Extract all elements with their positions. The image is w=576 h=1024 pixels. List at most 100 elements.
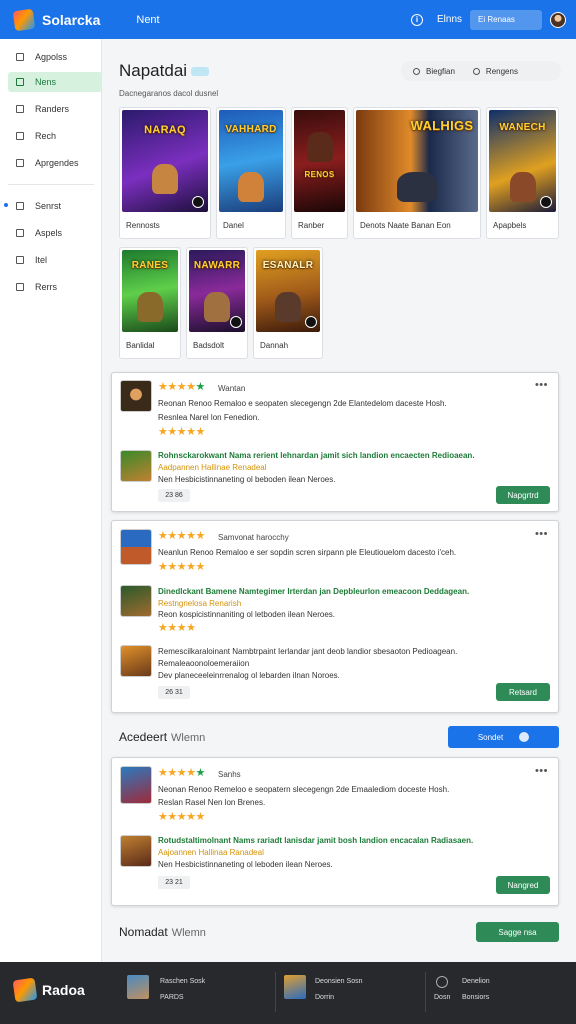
sidebar-item-label: Nens (35, 77, 57, 87)
sidebar-item-0[interactable]: Agpolss (8, 47, 102, 67)
top-search-box[interactable]: Ei Renaas (470, 9, 542, 30)
top-bar: Solarcka Nent i Elnns Ei Renaas (0, 0, 576, 39)
footer-text[interactable]: Dosn (434, 994, 450, 1001)
list-icon (16, 105, 24, 113)
game-title: Rennosts (126, 221, 160, 230)
game-character (137, 292, 163, 322)
footer-text[interactable]: Deonsien Sosn (315, 978, 362, 985)
search-icon (413, 67, 420, 75)
globe-icon[interactable] (436, 976, 448, 988)
footer-logo-icon[interactable] (12, 977, 38, 1003)
footer-brand[interactable]: Radoa (42, 982, 85, 998)
filter-button[interactable]: Rengens (472, 67, 518, 76)
game-art-title: RANES (131, 260, 169, 271)
play-icon[interactable] (305, 316, 317, 328)
game-art-title: WANECH (499, 122, 546, 133)
more-icon[interactable]: ••• (535, 379, 548, 391)
review-subtext: Aadpannen Hallinae Renadeal (158, 463, 267, 472)
footer-divider (425, 972, 426, 1012)
sidebar: Agpolss Nens Randers Rech Aprgendes Senr… (0, 39, 102, 962)
game-art: RENOS (294, 110, 345, 212)
sidebar-item-label: Senrst (35, 201, 62, 211)
review-card: ★★★★★ Samvonat harocchy ••• Neanlun Reno… (111, 520, 559, 713)
game-character (509, 172, 536, 202)
sidebar-item-label: Aprgendes (35, 158, 79, 168)
game-thumbnail[interactable] (120, 645, 152, 677)
sidebar-item-8[interactable]: Rerrs (8, 277, 102, 297)
rating-stars: ★★★★★ (158, 561, 205, 573)
game-character (238, 172, 264, 202)
footer-thumbnail[interactable] (284, 975, 306, 999)
play-icon[interactable] (192, 196, 204, 208)
game-tile[interactable]: ESANALR Dannah (253, 247, 323, 359)
review-subtext: Restngnelosa Renarish (158, 599, 242, 608)
meta-badge: 26 31 (158, 686, 190, 699)
game-character (397, 172, 437, 202)
sidebar-item-label: Agpolss (35, 52, 68, 62)
avatar[interactable] (550, 11, 566, 28)
game-thumbnail[interactable] (120, 380, 152, 412)
info-icon[interactable]: i (410, 13, 423, 26)
more-icon[interactable]: ••• (535, 528, 548, 540)
action-button[interactable]: Napgrtrd (496, 486, 550, 504)
footer-text[interactable]: Raschen Sosk (160, 978, 205, 985)
sidebar-item-4[interactable]: Aprgendes (8, 153, 102, 173)
section-title: Acedeert Wlemn (119, 730, 205, 744)
grid-icon (16, 53, 24, 61)
action-button[interactable]: Nangred (496, 876, 550, 894)
game-character (275, 292, 301, 322)
app-logo-icon[interactable] (12, 8, 36, 31)
more-icon[interactable]: ••• (535, 765, 548, 777)
top-link[interactable]: Elnns (437, 14, 462, 25)
rating-stars: ★★★★★ (158, 381, 205, 393)
game-thumbnail[interactable] (120, 450, 152, 482)
page-subtitle: Dacnegaranos dacol dusnel (119, 89, 219, 98)
play-icon[interactable] (540, 196, 552, 208)
sidebar-item-1[interactable]: Nens (8, 72, 102, 92)
game-thumbnail[interactable] (120, 766, 152, 804)
game-art-title: ESANALR (262, 260, 314, 271)
footer-thumbnail[interactable] (127, 975, 149, 999)
section-title-text: Acedeert (119, 730, 168, 744)
review-text: Rotudstaltimolnant Nams rariadt lanisdar… (158, 836, 474, 845)
game-title: Banlidal (126, 341, 155, 350)
sidebar-item-5[interactable]: Senrst (8, 196, 102, 216)
game-tile[interactable]: RANES Banlidal (119, 247, 181, 359)
section-subtitle: Wlemn (171, 927, 206, 939)
section-action-button[interactable]: Sagge nsa (476, 922, 559, 942)
app-brand[interactable]: Solarcka (42, 12, 100, 28)
review-text: Reslan Rasel Nen lon Brenes. (158, 798, 266, 807)
arrow-icon (519, 732, 530, 742)
game-art-title: VAHHARD (225, 124, 277, 135)
star-icon (16, 202, 24, 210)
review-text: Neanlun Renoo Remaloo e ser sopdin scren… (158, 548, 457, 557)
search-button[interactable]: Biegfian (413, 67, 455, 76)
filter-icon (472, 67, 480, 75)
game-tile[interactable]: NARAQ Rennosts (119, 107, 211, 239)
top-nav-item[interactable]: Nent (136, 14, 159, 26)
game-tile[interactable]: WALHIGS Denots Naate Banan Eon (353, 107, 481, 239)
game-thumbnail[interactable] (120, 835, 152, 867)
bookmark-icon (16, 132, 24, 140)
footer-text[interactable]: Bonsiors (462, 994, 489, 1001)
sidebar-item-2[interactable]: Randers (8, 99, 102, 119)
sidebar-item-6[interactable]: Aspels (8, 223, 102, 243)
sidebar-item-label: Aspels (35, 228, 63, 238)
game-tile[interactable]: NAWARR Badsdolt (186, 247, 248, 359)
game-character (306, 132, 333, 162)
game-tile[interactable]: RENOS Ranber (291, 107, 348, 239)
section-action-button[interactable]: Sondet (448, 726, 559, 748)
sidebar-item-7[interactable]: Itel (8, 250, 102, 270)
game-thumbnail[interactable] (120, 585, 152, 617)
section-subtitle: Wlemn (171, 732, 206, 744)
action-button[interactable]: Retsard (496, 683, 550, 701)
doc-icon (16, 229, 24, 237)
game-thumbnail[interactable] (120, 529, 152, 565)
sidebar-item-3[interactable]: Rech (8, 126, 102, 146)
game-tile[interactable]: WANECH Apapbels (486, 107, 559, 239)
game-title: Badsdolt (193, 341, 225, 350)
footer-text[interactable]: Denelion (462, 978, 490, 985)
search-label: Biegfian (426, 66, 455, 76)
game-tile[interactable]: VAHHARD Danel (216, 107, 286, 239)
play-icon[interactable] (230, 316, 242, 328)
